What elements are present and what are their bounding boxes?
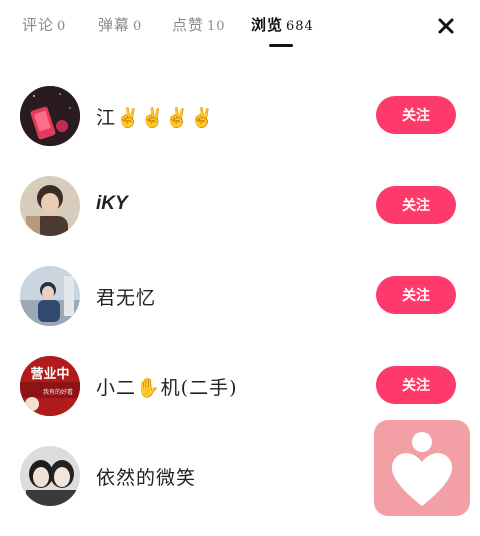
floating-heart-button[interactable] (374, 420, 470, 516)
follow-button[interactable]: 关注 (376, 276, 456, 314)
viewer-name: iKY (96, 193, 128, 214)
avatar[interactable]: 营业中 我有的好看 (20, 356, 80, 416)
tab-count: 0 (133, 19, 143, 34)
avatar[interactable] (20, 446, 80, 506)
tab-views[interactable]: 浏览 684 (251, 14, 314, 35)
close-icon[interactable] (434, 14, 458, 38)
viewer-row[interactable]: 君无忆 关注 (0, 266, 480, 356)
tab-label: 弹幕 (98, 16, 131, 34)
active-tab-indicator (269, 44, 293, 47)
viewer-name: 小二✋机(二手) (96, 377, 238, 399)
tab-label: 浏览 (251, 16, 284, 34)
heart-icon (391, 432, 453, 506)
tab-count: 684 (286, 19, 314, 34)
avatar-caption-bottom: 我有的好看 (43, 388, 73, 396)
tab-bar: 评论 0 弹幕 0 点赞 10 浏览 684 (0, 0, 480, 52)
tab-comments[interactable]: 评论 0 (22, 14, 66, 35)
follow-button[interactable]: 关注 (376, 96, 456, 134)
viewer-name: 江✌✌✌✌ (96, 107, 215, 129)
tab-danmaku[interactable]: 弹幕 0 (98, 14, 142, 35)
avatar[interactable] (20, 266, 80, 326)
tab-count: 0 (57, 19, 67, 34)
viewer-row[interactable]: iKY 关注 (0, 176, 480, 266)
avatar[interactable] (20, 86, 80, 146)
follow-button[interactable]: 关注 (376, 366, 456, 404)
viewer-row[interactable]: 江✌✌✌✌ 关注 (0, 86, 480, 176)
avatar[interactable] (20, 176, 80, 236)
viewer-name: 依然的微笑 (96, 467, 197, 489)
viewer-name: 君无忆 (96, 287, 157, 309)
tab-label: 评论 (22, 16, 55, 34)
avatar-caption-top: 营业中 (30, 366, 69, 382)
follow-button[interactable]: 关注 (376, 186, 456, 224)
tab-count: 10 (207, 19, 226, 34)
tab-likes[interactable]: 点赞 10 (172, 14, 226, 35)
tab-label: 点赞 (172, 16, 205, 34)
